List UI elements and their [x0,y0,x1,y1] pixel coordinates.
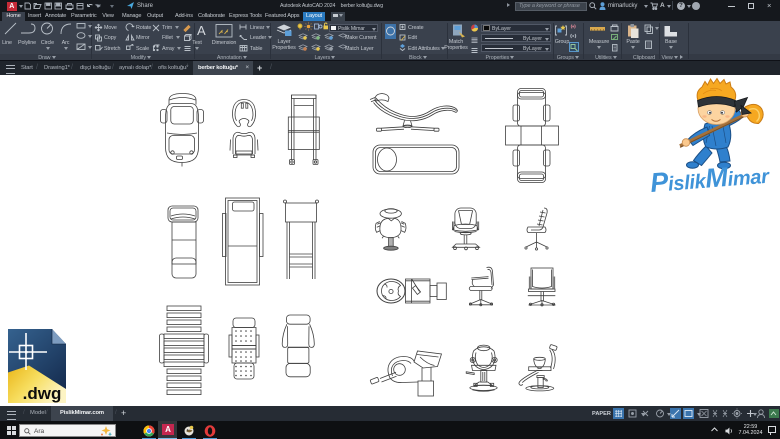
svg-text:.dwg: .dwg [23,384,62,403]
svg-text:PislikMimar: PislikMimar [649,159,771,198]
svg-text:A: A [197,23,206,38]
